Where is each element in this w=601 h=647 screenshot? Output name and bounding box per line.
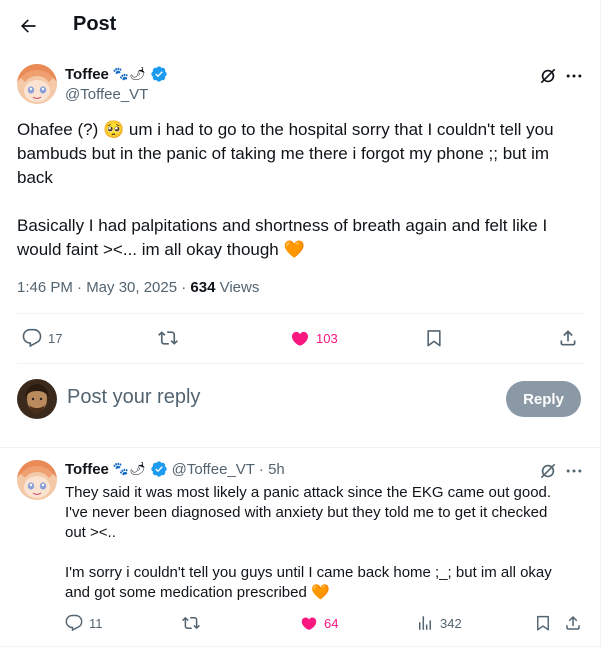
post-views-count: 634 — [190, 279, 216, 296]
page-title: Post — [73, 13, 117, 35]
more-options-icon[interactable] — [564, 461, 584, 481]
viewer-avatar[interactable] — [17, 379, 57, 419]
back-arrow-icon — [21, 19, 36, 33]
grok-icon[interactable] — [538, 66, 558, 86]
heart-filled-icon — [301, 617, 317, 630]
like-count: 103 — [316, 330, 338, 346]
author-avatar[interactable] — [17, 64, 57, 104]
verified-badge-icon — [150, 461, 167, 477]
reply-icon — [22, 328, 42, 348]
bookmark-icon — [537, 615, 549, 631]
reply-author-handle[interactable]: @Toffee_VT — [172, 461, 255, 478]
author-emoji: 🐾🌶 — [112, 66, 146, 81]
author-name-row[interactable]: Toffee 🐾🌶 — [65, 65, 168, 83]
share-action[interactable] — [558, 328, 578, 348]
repost-action[interactable] — [158, 328, 178, 348]
post-text-paragraph-2: Basically I had palpitations and shortne… — [17, 216, 552, 259]
reply-views-action[interactable]: 342 — [416, 614, 462, 632]
reply-like-action[interactable]: 64 — [300, 614, 338, 632]
reply-text: They said it was most likely a panic att… — [65, 484, 552, 601]
reply-author-avatar[interactable] — [17, 460, 57, 500]
post-timestamp[interactable]: 1:46 PM · May 30, 2025 · — [17, 279, 190, 296]
reply-share-action[interactable] — [564, 614, 582, 632]
analytics-icon — [419, 616, 431, 630]
reply-author-row: Toffee 🐾🌶 @Toffee_VT · 5h — [65, 460, 285, 478]
back-button[interactable] — [14, 12, 42, 40]
divider-actions — [17, 363, 584, 364]
grok-icon[interactable] — [538, 461, 558, 481]
reply-action[interactable]: 17 — [22, 328, 62, 348]
header-bar: Post — [0, 0, 600, 52]
reply-reply-action[interactable]: 11 — [65, 614, 103, 632]
toffee-avatar-image — [17, 460, 57, 500]
reply-reply-count: 11 — [89, 615, 103, 631]
bookmark-icon — [427, 330, 441, 347]
reply-repost-action[interactable] — [182, 614, 200, 632]
reply-bookmark-action[interactable] — [534, 614, 552, 632]
reply-icon — [65, 614, 83, 632]
post-views-label: Views — [215, 279, 260, 296]
heart-filled-icon — [291, 331, 309, 346]
toffee-avatar-image — [17, 64, 57, 104]
reply-author-name[interactable]: Toffee — [65, 461, 109, 478]
viewer-avatar-image — [17, 379, 57, 419]
post-meta: 1:46 PM · May 30, 2025 · 634 Views — [17, 279, 259, 296]
post-text-paragraph-1: Ohafee (?) 🥺 um i had to go to the hospi… — [17, 120, 559, 187]
like-action[interactable]: 103 — [290, 328, 338, 348]
author-handle[interactable]: @Toffee_VT — [65, 86, 148, 103]
divider-top — [17, 313, 584, 314]
reply-views-count: 342 — [440, 615, 462, 631]
share-icon — [566, 615, 580, 630]
reply-timestamp[interactable]: · 5h — [259, 461, 285, 478]
reply-author-emoji: 🐾🌶 — [112, 461, 146, 476]
repost-icon — [182, 616, 200, 630]
reply-button[interactable]: Reply — [506, 381, 581, 417]
author-name: Toffee — [65, 65, 109, 83]
repost-icon — [158, 331, 178, 345]
share-icon — [560, 330, 576, 346]
divider-composer — [0, 447, 600, 448]
verified-badge-icon — [150, 66, 167, 82]
reply-input[interactable]: Post your reply — [67, 386, 200, 409]
more-options-icon[interactable] — [564, 66, 584, 86]
bookmark-action[interactable] — [424, 328, 444, 348]
reply-count: 17 — [48, 330, 63, 346]
reply-like-count: 64 — [324, 615, 339, 631]
